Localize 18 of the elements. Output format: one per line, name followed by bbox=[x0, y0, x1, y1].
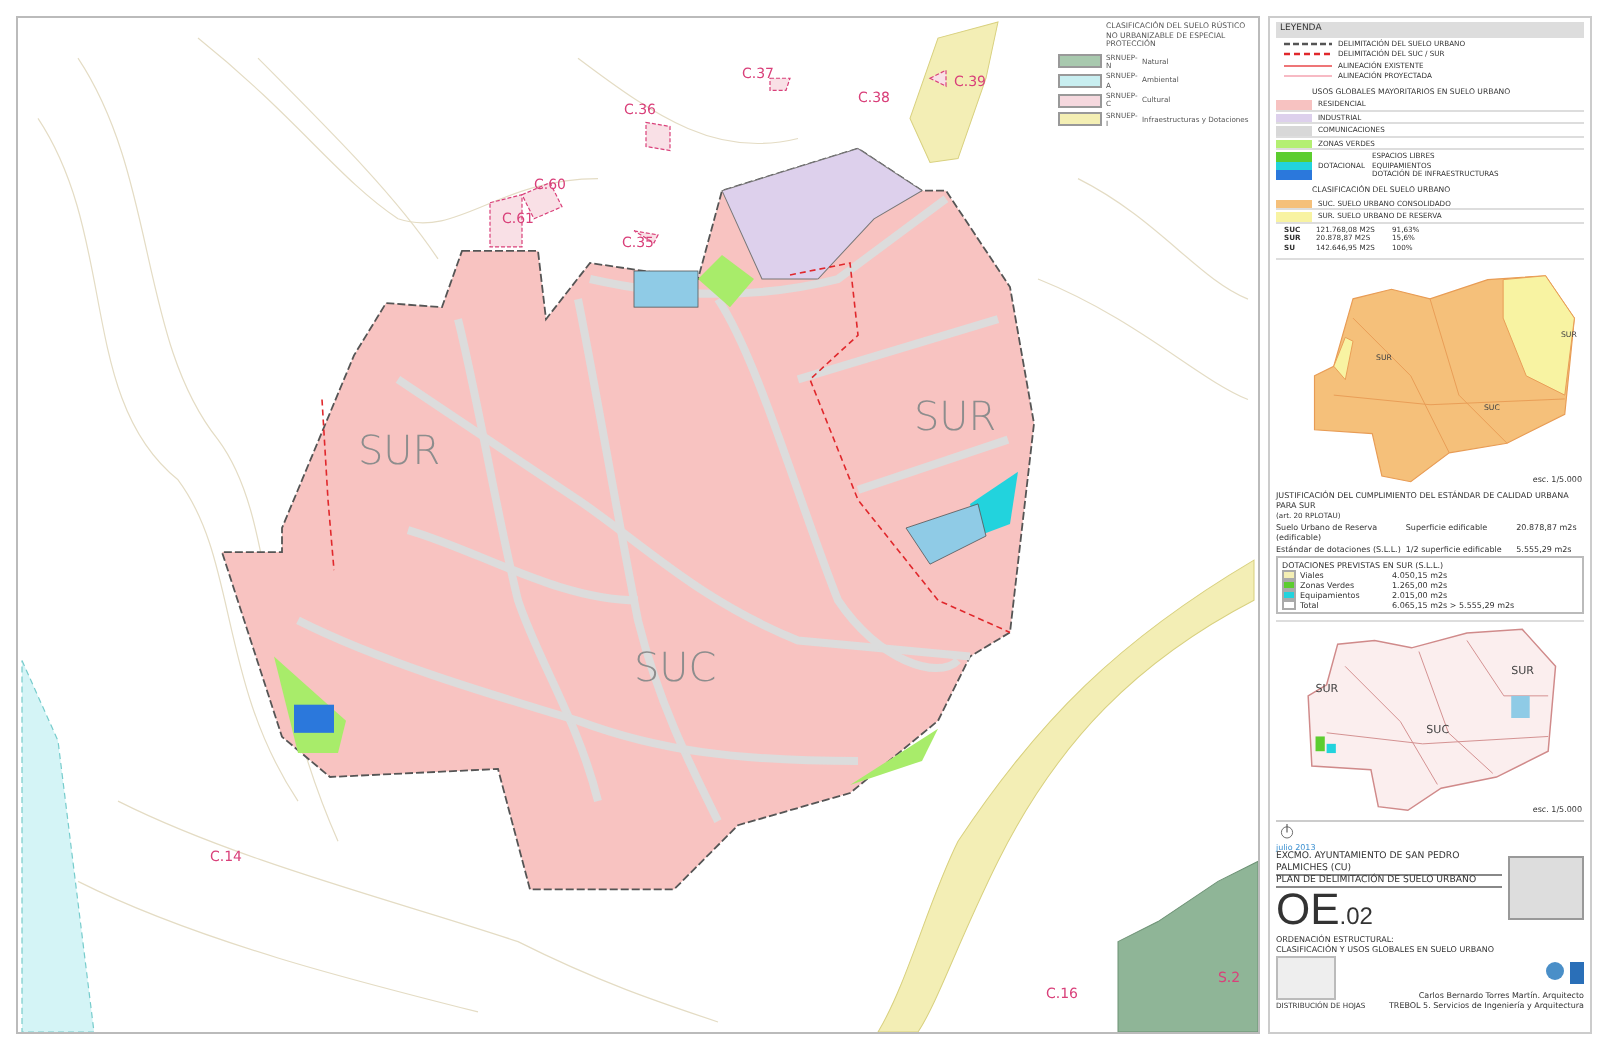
logo-icon bbox=[1546, 962, 1564, 981]
park-area bbox=[698, 254, 754, 308]
zone-label: SUR bbox=[914, 391, 997, 440]
sheet-number: .02 bbox=[1339, 901, 1373, 932]
zone-label: SUC bbox=[634, 642, 717, 691]
infrastructure-area bbox=[294, 704, 334, 733]
reserve-area bbox=[1333, 336, 1354, 381]
zone-label: SUR bbox=[358, 425, 441, 474]
park-area bbox=[850, 728, 938, 786]
facility-area bbox=[1511, 696, 1530, 719]
park-area bbox=[1315, 737, 1325, 753]
sheet-index-drawing bbox=[1276, 955, 1336, 1000]
facility-area bbox=[1326, 744, 1336, 754]
sheet-thumbnail bbox=[1508, 855, 1584, 920]
facility-area bbox=[633, 270, 699, 308]
sheet-prefix: OE bbox=[1276, 887, 1340, 932]
facility-area bbox=[905, 503, 987, 565]
logo-icon bbox=[1570, 962, 1584, 985]
